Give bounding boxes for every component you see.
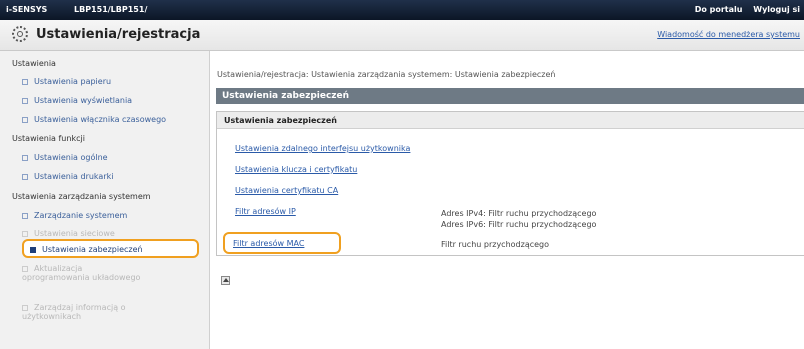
sidebar-item-general[interactable]: Ustawienia ogólne	[22, 153, 108, 162]
bullet-icon	[22, 230, 28, 237]
page-title: Ustawienia/rejestracja	[36, 27, 201, 42]
sidebar-item-label: Aktualizacja oprogramowania układowego	[22, 264, 141, 282]
key-certificate-settings-link[interactable]: Ustawienia klucza i certyfikatu	[235, 165, 357, 174]
scroll-to-top-icon[interactable]	[221, 276, 230, 285]
settings-gear-icon	[12, 26, 28, 42]
sidebar-item-label: Ustawienia papieru	[34, 77, 112, 86]
mac-filter-description: Filtr ruchu przychodzącego	[441, 240, 550, 249]
sidebar-item-system-management[interactable]: Zarządzanie systemem	[22, 211, 127, 220]
sidebar-section-system: Ustawienia zarządzania systemem	[12, 192, 151, 201]
sidebar-item-label: Ustawienia włącznika czasowego	[34, 115, 167, 124]
bullet-icon	[22, 212, 28, 219]
bullet-icon	[22, 97, 28, 104]
sidebar-item-timer[interactable]: Ustawienia włącznika czasowego	[22, 115, 166, 124]
sidebar-item-label: Ustawienia sieciowe	[34, 229, 115, 238]
main-content: Ustawienia/rejestracja: Ustawienia zarzą…	[209, 51, 804, 349]
bullet-icon	[22, 304, 28, 311]
sidebar-item-display[interactable]: Ustawienia wyświetlania	[22, 96, 132, 105]
sidebar-item-user-info[interactable]: Zarządzaj informacją o użytkownikach	[22, 303, 142, 321]
top-bar: i-SENSYS LBP151/LBP151/ Do portalu Wylog…	[0, 0, 804, 20]
sidebar-section-functions: Ustawienia funkcji	[12, 134, 85, 143]
portal-link[interactable]: Do portalu	[695, 5, 743, 14]
ip-filter-link[interactable]: Filtr adresów IP	[235, 207, 296, 216]
sidebar-item-network[interactable]: Ustawienia sieciowe	[22, 229, 115, 238]
bullet-icon	[22, 78, 28, 85]
message-to-admin-link[interactable]: Wiadomość do menedżera systemu	[657, 30, 800, 39]
sidebar-item-label: Zarządzaj informacją o użytkownikach	[22, 303, 126, 321]
panel-title: Ustawienia zabezpieczeń	[217, 112, 804, 129]
bullet-icon	[22, 173, 28, 180]
sidebar-item-printer[interactable]: Ustawienia drukarki	[22, 172, 113, 181]
top-links: Do portalu Wyloguj si	[687, 5, 800, 14]
sidebar-item-label: Ustawienia zabezpieczeń	[42, 245, 143, 254]
sidebar-item-firmware[interactable]: Aktualizacja oprogramowania układowego	[22, 264, 142, 282]
ca-certificate-settings-link[interactable]: Ustawienia certyfikatu CA	[235, 186, 338, 195]
ip-filter-description-ipv6: Adres IPv6: Filtr ruchu przychodzącego	[441, 220, 597, 229]
sidebar-item-security[interactable]: Ustawienia zabezpieczeń	[22, 239, 199, 258]
device-model: LBP151/LBP151/	[74, 5, 148, 14]
section-title-bar: Ustawienia zabezpieczeń	[216, 88, 804, 104]
sidebar-item-label: Ustawienia ogólne	[34, 153, 108, 162]
ip-filter-description-ipv4: Adres IPv4: Filtr ruchu przychodzącego	[441, 209, 597, 218]
mac-filter-link[interactable]: Filtr adresów MAC	[223, 232, 341, 254]
sidebar-item-label: Ustawienia drukarki	[34, 172, 114, 181]
security-settings-panel: Ustawienia zabezpieczeń Ustawienia zdaln…	[216, 111, 804, 256]
remote-ui-settings-link[interactable]: Ustawienia zdalnego interfejsu użytkowni…	[235, 144, 410, 153]
sidebar-item-label: Ustawienia wyświetlania	[34, 96, 133, 105]
breadcrumb: Ustawienia/rejestracja: Ustawienia zarzą…	[217, 70, 556, 79]
page-header: Ustawienia/rejestracja Wiadomość do mene…	[0, 20, 804, 51]
sidebar-item-label: Zarządzanie systemem	[34, 211, 128, 220]
sidebar-section-settings: Ustawienia	[12, 59, 56, 68]
bullet-icon	[30, 246, 36, 253]
logout-link[interactable]: Wyloguj si	[753, 5, 800, 14]
sidebar-item-paper[interactable]: Ustawienia papieru	[22, 77, 111, 86]
brand-name: i-SENSYS	[6, 5, 48, 14]
sidebar: Ustawienia Ustawienia papieru Ustawienia…	[0, 51, 210, 349]
bullet-icon	[22, 116, 28, 123]
bullet-icon	[22, 265, 28, 272]
bullet-icon	[22, 154, 28, 161]
